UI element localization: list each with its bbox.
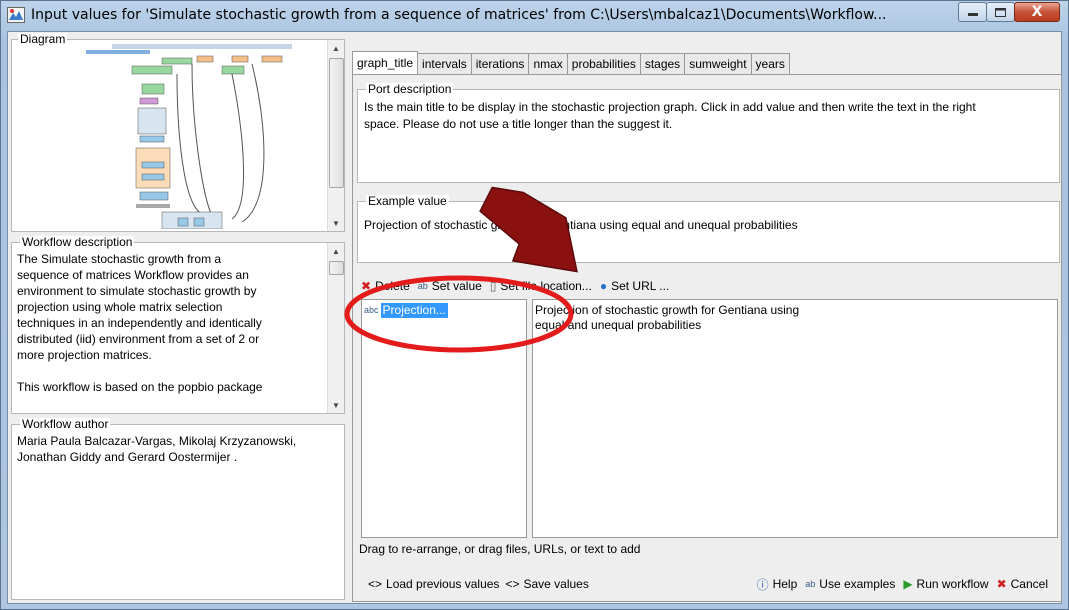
set-value-icon: ab [417,281,428,291]
play-icon: ▶ [903,577,913,591]
set-url-button[interactable]: ● Set URL ... [600,279,670,293]
file-icon: ▯ [489,279,497,293]
example-value-label: Example value [366,194,449,208]
maximize-icon [995,7,1006,17]
scrollbar-thumb[interactable] [329,58,344,188]
value-editor[interactable]: Projection of stochastic growth for Gent… [532,299,1058,538]
use-examples-label: Use examples [819,577,896,591]
delete-button[interactable]: ✖ Delete [361,279,410,293]
help-label: Help [772,577,798,591]
port-description-text: Is the main title to be display in the s… [364,99,976,133]
workflow-author-label: Workflow author [20,417,111,431]
set-url-label: Set URL ... [611,279,670,293]
dialog-window: Input values for 'Simulate stochastic gr… [0,0,1069,610]
scroll-down-icon[interactable]: ▼ [328,397,344,413]
diagram-pane: Diagram ▲ ▼ [11,33,345,232]
cancel-button[interactable]: ✖ Cancel [997,577,1048,591]
load-previous-label: Load previous values [386,577,500,591]
diagram-label: Diagram [18,32,68,46]
description-line: This workflow is based on the popbio pac… [17,380,263,394]
port-description-line: space. Please do not use a title longer … [364,117,673,131]
workflow-author-pane: Workflow author Maria Paula Balcazar-Var… [11,418,345,600]
app-icon [7,7,25,23]
tab-stages[interactable]: stages [639,53,686,74]
cancel-icon: ✖ [996,577,1007,591]
close-icon: X [1031,4,1043,20]
set-file-location-label: Set file location... [500,279,592,293]
help-button[interactable]: ⓘ Help [757,576,798,593]
diagram-scrollbar[interactable]: ▲ ▼ [327,40,344,231]
port-description-line: Is the main title to be display in the s… [364,100,976,114]
description-line: techniques in an independently and ident… [17,316,262,330]
cancel-label: Cancel [1010,577,1048,591]
tab-sumweight[interactable]: sumweight [684,53,752,74]
scroll-down-icon[interactable]: ▼ [328,215,344,231]
run-workflow-button[interactable]: ▶ Run workflow [903,577,988,591]
workflow-description-label: Workflow description [20,235,135,249]
port-description-pane: Port description Is the main title to be… [357,83,1060,183]
list-item[interactable]: abc Projection... [364,302,448,318]
maximize-button[interactable] [986,2,1015,22]
load-previous-values-button[interactable]: <> Load previous values [368,577,499,591]
description-line: The Simulate stochastic growth from a [17,252,222,266]
description-line: more projection matrices. [17,348,152,362]
workflow-description-text: The Simulate stochastic growth from a se… [13,251,326,395]
workflow-diagram-thumbnail[interactable] [82,44,312,229]
save-values-button[interactable]: <> Save values [505,577,588,591]
port-description-label: Port description [366,82,454,96]
description-scrollbar[interactable]: ▲ ▼ [327,243,344,413]
tab-probabilities[interactable]: probabilities [566,53,641,74]
save-icon: <> [505,577,520,591]
tab-years[interactable]: years [750,53,790,74]
close-button[interactable]: X [1014,2,1060,22]
use-examples-button[interactable]: ab Use examples [805,577,895,591]
use-examples-icon: ab [805,579,816,589]
set-value-button[interactable]: ab Set value [418,279,482,293]
tab-iterations[interactable]: iterations [470,53,530,74]
delete-label: Delete [375,279,410,293]
bottom-action-bar: <> Load previous values <> Save values ⓘ… [368,573,1048,595]
minimize-button[interactable] [958,2,987,22]
example-value-text: Projection of stochastic growth for Gent… [364,218,798,232]
text-value-icon: abc [364,305,379,315]
author-line: Maria Paula Balcazar-Vargas, Mikolaj Krz… [17,434,297,448]
example-value-pane: Example value Projection of stochastic g… [357,195,1060,263]
values-list[interactable]: abc Projection... [361,299,527,538]
description-line: environment to simulate stochastic growt… [17,284,257,298]
title-bar[interactable]: Input values for 'Simulate stochastic gr… [1,1,1068,31]
editor-line: equal and unequal probabilities [535,318,702,332]
drag-hint: Drag to re-arrange, or drag files, URLs,… [359,542,641,556]
tab-graph-title[interactable]: graph_title [352,51,419,74]
workflow-description-pane: Workflow description The Simulate stocha… [11,236,345,414]
delete-icon: ✖ [361,279,372,293]
window-title: Input values for 'Simulate stochastic gr… [31,7,887,23]
tab-nmax[interactable]: nmax [528,53,568,74]
scroll-up-icon[interactable]: ▲ [328,243,344,259]
port-tabs: graph_title intervals iterations nmax pr… [352,51,790,74]
info-icon: ⓘ [756,577,769,592]
minimize-icon [967,13,978,16]
load-icon: <> [368,577,383,591]
description-line [17,363,322,379]
description-line: projection using whole matrix selection [17,300,223,314]
workflow-author-text: Maria Paula Balcazar-Vargas, Mikolaj Krz… [13,433,300,465]
author-line: Jonathan Giddy and Gerard Oostermijer . [17,450,238,464]
description-line: distributed (iid) environment from a set… [17,332,260,346]
scroll-up-icon[interactable]: ▲ [328,40,344,56]
set-file-location-button[interactable]: ▯ Set file location... [490,279,592,293]
tab-intervals[interactable]: intervals [417,53,472,74]
run-workflow-label: Run workflow [916,577,989,591]
list-item-label: Projection... [380,302,448,318]
globe-icon: ● [599,279,608,293]
values-toolbar: ✖ Delete ab Set value ▯ Set file locatio… [361,276,677,296]
editor-line: Projection of stochastic growth for Gent… [535,303,800,317]
scrollbar-thumb[interactable] [329,261,344,275]
set-value-label: Set value [431,279,482,293]
description-line: sequence of matrices Workflow provides a… [17,268,249,282]
save-values-label: Save values [523,577,589,591]
